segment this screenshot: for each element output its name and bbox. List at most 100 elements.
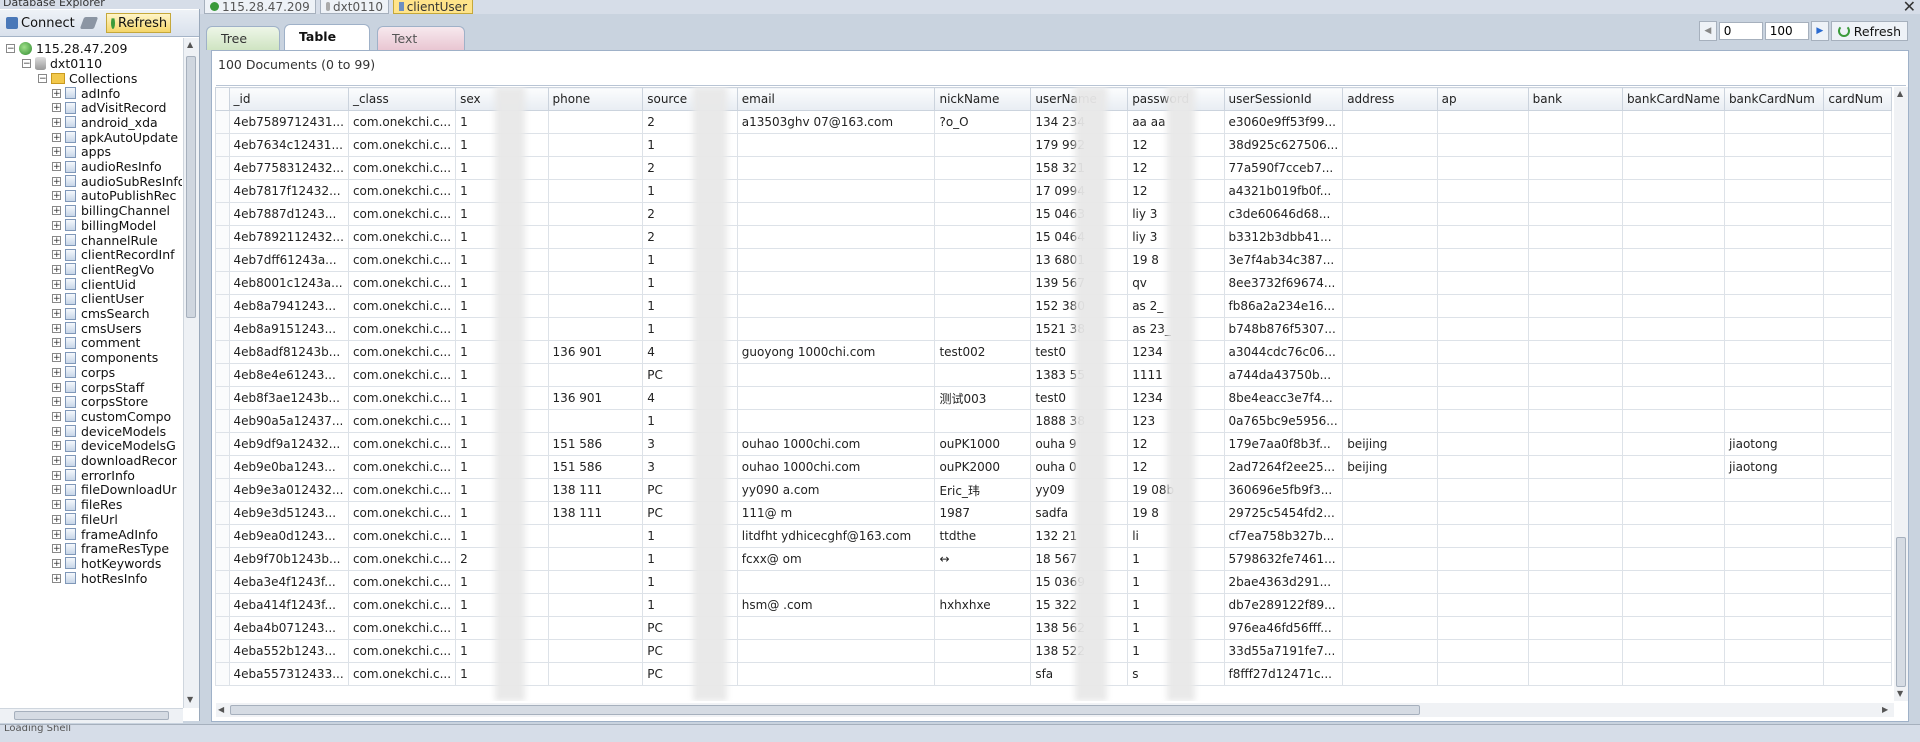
table-cell[interactable] [1436,662,1529,686]
table-cell[interactable] [1621,340,1725,364]
table-cell[interactable]: 136 901 [547,340,644,364]
table-cell[interactable]: 4eba414f1243f... [228,593,349,617]
table-cell[interactable] [1621,616,1725,640]
table-cell[interactable] [1342,133,1438,157]
table-cell[interactable] [547,616,644,640]
table-row[interactable]: 4eb7dff61243a... com.onekchi.c... 1 1 13 680… [215,248,1892,272]
table-cell[interactable]: com.onekchi.c... [347,133,457,157]
table-cell[interactable] [736,271,936,295]
table-row[interactable]: 4eb8a9151243... com.onekchi.c... 1 1 1521 38… [215,317,1892,341]
table-cell[interactable] [1823,501,1892,525]
expand-icon[interactable]: + [52,250,61,260]
table-cell[interactable]: 2bae4363d291... [1223,570,1344,594]
table-cell[interactable] [1823,639,1892,663]
column-header-bank[interactable]: bank [1527,87,1623,111]
table-row[interactable]: 4eb9e3a012432... com.onekchi.c... 1 138 111… [215,478,1892,502]
table-cell[interactable]: hxhxhxe [934,593,1032,617]
table-cell[interactable] [736,248,936,272]
table-cell[interactable]: 4eb90a5a12437... [228,409,349,433]
doc-tab-server[interactable]: 115.28.47.209 [204,0,316,14]
column-header-ap[interactable]: ap [1436,87,1529,111]
table-cell[interactable] [1342,524,1438,548]
table-cell[interactable]: guoyong 1000chi.com [736,340,936,364]
table-cell[interactable]: com.onekchi.c... [347,179,457,203]
row-header[interactable] [215,547,230,571]
table-cell[interactable]: com.onekchi.c... [347,317,457,341]
table-cell[interactable] [1342,662,1438,686]
table-row[interactable]: 4eb8a7941243... com.onekchi.c... 1 1 152 380… [215,294,1892,318]
table-cell[interactable] [1823,593,1892,617]
table-cell[interactable]: 3e7f4ab34c387... [1223,248,1344,272]
table-cell[interactable]: com.onekchi.c... [347,501,457,525]
grid-refresh-button[interactable]: Refresh [1830,21,1908,41]
table-cell[interactable] [1436,225,1529,249]
table-cell[interactable] [1823,363,1892,387]
expand-icon[interactable]: + [52,220,61,230]
table-cell[interactable] [547,639,644,663]
table-row[interactable]: 4eb7817f12432... com.onekchi.c... 1 1 17 099… [215,179,1892,203]
table-cell[interactable]: com.onekchi.c... [347,455,457,479]
doc-tab-collection[interactable]: clientUser [393,0,473,14]
table-cell[interactable]: 179e7aa0f8b3f... [1223,432,1344,456]
table-cell[interactable] [736,294,936,318]
table-cell[interactable] [547,225,644,249]
scroll-down-icon[interactable]: ▼ [1897,689,1903,698]
table-cell[interactable]: 4eb8001c1243a... [228,271,349,295]
table-cell[interactable] [1621,271,1725,295]
table-cell[interactable]: 4eb9e0ba1243... [228,455,349,479]
table-cell[interactable] [1436,432,1529,456]
table-cell[interactable] [1723,202,1825,226]
table-cell[interactable] [547,156,644,180]
table-cell[interactable] [1527,363,1623,387]
table-cell[interactable] [1436,501,1529,525]
table-cell[interactable]: 2ad7264f2ee25... [1223,455,1344,479]
table-cell[interactable]: 4eb8a7941243... [228,294,349,318]
table-cell[interactable] [934,225,1032,249]
table-cell[interactable] [1723,317,1825,341]
scroll-up-icon[interactable]: ▲ [1897,89,1903,98]
table-cell[interactable] [1621,317,1725,341]
table-cell[interactable] [1723,501,1825,525]
table-cell[interactable] [934,248,1032,272]
column-header-cardNum[interactable]: cardNum [1823,87,1892,111]
row-header[interactable] [215,478,230,502]
table-cell[interactable] [1527,432,1623,456]
table-cell[interactable]: 4eba557312433... [228,662,349,686]
row-header[interactable] [215,409,230,433]
table-cell[interactable] [1621,156,1725,180]
column-header-nickName[interactable]: nickName [934,87,1032,111]
next-page-button[interactable]: ▶ [1810,21,1829,41]
table-cell[interactable] [1436,133,1529,157]
table-cell[interactable] [736,202,936,226]
table-cell[interactable] [736,225,936,249]
table-cell[interactable] [736,639,936,663]
table-cell[interactable] [1342,317,1438,341]
table-cell[interactable] [547,133,644,157]
table-cell[interactable]: 4eb7817f12432... [228,179,349,203]
table-cell[interactable] [1436,616,1529,640]
table-row[interactable]: 4eba552b1243... com.onekchi.c... 1 PC 138 52… [215,639,1892,663]
table-cell[interactable]: 5798632fe7461... [1223,547,1344,571]
table-cell[interactable] [1621,524,1725,548]
table-cell[interactable] [736,179,936,203]
table-cell[interactable] [1527,156,1623,180]
table-cell[interactable] [1342,179,1438,203]
previous-page-button[interactable]: ◀ [1698,21,1717,41]
column-header-address[interactable]: address [1342,87,1438,111]
row-header[interactable] [215,294,230,318]
table-row[interactable]: 4eba3e4f1243f... com.onekchi.c... 1 1 15 036… [215,570,1892,594]
expand-icon[interactable]: + [52,88,61,98]
table-cell[interactable] [1527,225,1623,249]
table-cell[interactable] [1823,616,1892,640]
table-cell[interactable] [1621,386,1725,410]
row-header[interactable] [215,501,230,525]
table-cell[interactable] [1436,593,1529,617]
table-cell[interactable] [1823,524,1892,548]
table-cell[interactable] [1527,570,1623,594]
expand-icon[interactable]: + [52,558,61,568]
table-cell[interactable] [934,179,1032,203]
table-cell[interactable] [1527,271,1623,295]
table-row[interactable]: 4eb8001c1243a... com.onekchi.c... 1 1 139 56… [215,271,1892,295]
table-cell[interactable]: com.onekchi.c... [347,363,457,387]
table-cell[interactable] [1527,616,1623,640]
